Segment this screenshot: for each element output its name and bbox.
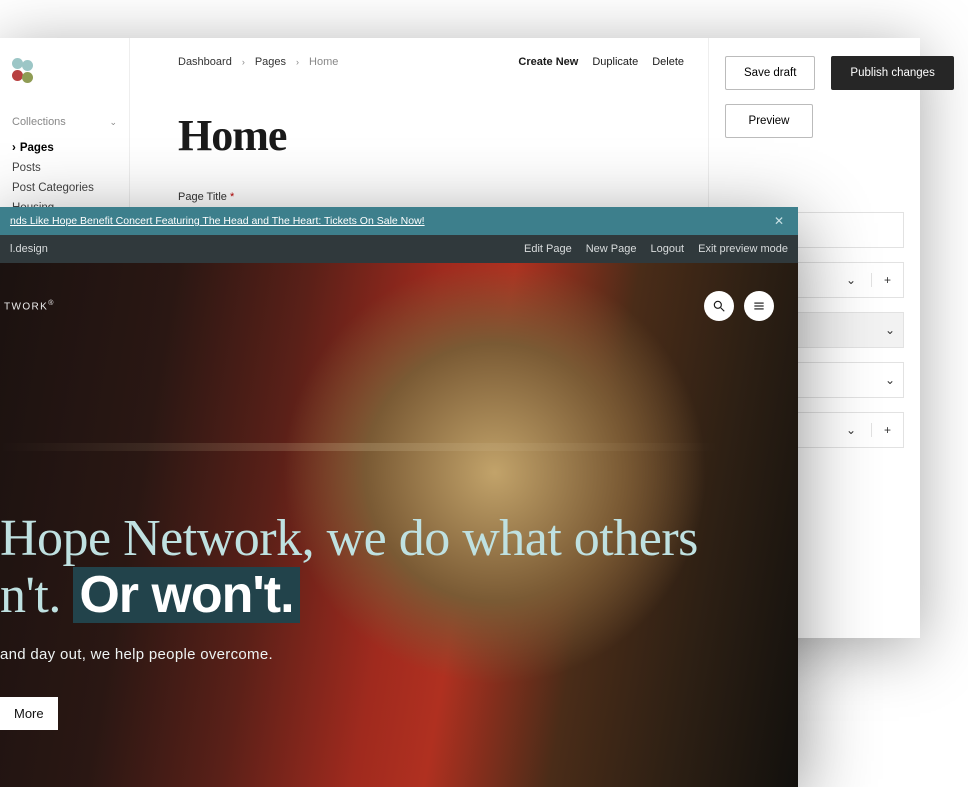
page-title-field-label: Page Title * <box>178 191 660 203</box>
hero-section: TWORK® Hope Network, we do what others n… <box>0 263 798 787</box>
hero-cta-button[interactable]: More <box>0 697 58 730</box>
publish-changes-button[interactable]: Publish changes <box>831 56 953 90</box>
menu-icon <box>752 299 766 313</box>
breadcrumb-section[interactable]: Pages <box>255 56 286 68</box>
chevron-down-icon: ⌄ <box>885 373 895 387</box>
chevron-right-icon: › <box>242 57 245 67</box>
announcement-link[interactable]: nds Like Hope Benefit Concert Featuring … <box>10 215 425 227</box>
delete-button[interactable]: Delete <box>652 56 684 68</box>
exit-preview-link[interactable]: Exit preview mode <box>698 243 788 255</box>
sidebar-nav: Pages Posts Post Categories Housing <box>12 138 117 218</box>
duplicate-button[interactable]: Duplicate <box>592 56 638 68</box>
sidebar-item-pages[interactable]: Pages <box>12 138 117 158</box>
edit-page-link[interactable]: Edit Page <box>524 243 572 255</box>
collections-label: Collections <box>12 116 66 128</box>
breadcrumb-current: Home <box>309 56 338 68</box>
close-icon[interactable]: ✕ <box>770 214 788 228</box>
new-page-link[interactable]: New Page <box>586 243 637 255</box>
preview-admin-bar: l.design Edit Page New Page Logout Exit … <box>0 235 798 263</box>
chevron-down-icon: ⌄ <box>885 323 895 337</box>
menu-button[interactable] <box>744 291 774 321</box>
search-icon <box>712 299 726 313</box>
breadcrumb-root[interactable]: Dashboard <box>178 56 232 68</box>
announcement-bar: nds Like Hope Benefit Concert Featuring … <box>0 207 798 235</box>
plus-icon[interactable]: + <box>871 273 895 287</box>
save-draft-button[interactable]: Save draft <box>725 56 815 90</box>
app-logo <box>12 58 36 82</box>
plus-icon[interactable]: + <box>871 423 895 437</box>
collections-header[interactable]: Collections ⌄ <box>12 116 117 128</box>
page-actions: Create New Duplicate Delete <box>518 56 684 68</box>
page-title: Home <box>178 110 660 161</box>
create-new-button[interactable]: Create New <box>518 56 578 68</box>
chevron-right-icon: › <box>296 57 299 67</box>
search-button[interactable] <box>704 291 734 321</box>
brand-wordmark: TWORK® <box>0 300 55 312</box>
sidebar-item-post-categories[interactable]: Post Categories <box>12 178 117 198</box>
preview-button[interactable]: Preview <box>725 104 813 138</box>
chevron-down-icon: ⌄ <box>839 273 863 287</box>
admin-domain-label: l.design <box>10 243 48 255</box>
chevron-down-icon: ⌄ <box>109 117 117 128</box>
site-preview-window: nds Like Hope Benefit Concert Featuring … <box>0 207 798 787</box>
logout-link[interactable]: Logout <box>650 243 684 255</box>
hero-headline: Hope Network, we do what others n't. Or … <box>0 511 758 624</box>
sidebar-item-posts[interactable]: Posts <box>12 158 117 178</box>
chevron-down-icon: ⌄ <box>839 423 863 437</box>
hero-subhead: and day out, we help people overcome. <box>0 646 758 663</box>
